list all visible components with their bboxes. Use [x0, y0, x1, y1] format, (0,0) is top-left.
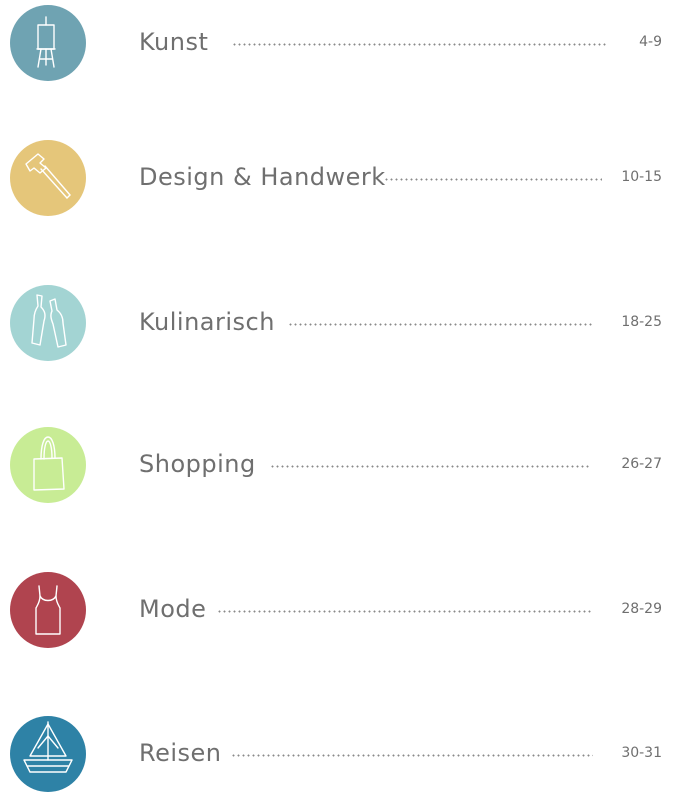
dot-leader	[288, 323, 594, 326]
hammer-icon	[10, 140, 86, 216]
toc-page-range: 4-9	[639, 34, 662, 50]
shopping-bag-icon	[10, 427, 86, 503]
dot-leader	[217, 610, 593, 613]
toc-title: Kulinarisch	[139, 308, 275, 336]
dot-leader	[270, 465, 590, 468]
toc-title: Shopping	[139, 450, 256, 478]
toc-page-range: 28-29	[621, 601, 662, 617]
toc-entry-reisen[interactable]: Reisen 30-31	[0, 714, 676, 794]
toc-title: Mode	[139, 595, 207, 623]
toc-title: Reisen	[139, 739, 222, 767]
dot-leader	[384, 178, 602, 181]
toc-title: Design & Handwerk	[139, 163, 386, 191]
dot-leader	[231, 754, 593, 757]
toc-entry-kunst[interactable]: Kunst 4-9	[0, 3, 676, 83]
toc-entry-shopping[interactable]: Shopping 26-27	[0, 425, 676, 505]
toc-entry-design-handwerk[interactable]: Design & Handwerk 10-15	[0, 138, 676, 218]
sailboat-icon	[10, 716, 86, 792]
dot-leader	[232, 43, 608, 46]
toc-entry-mode[interactable]: Mode 28-29	[0, 570, 676, 650]
toc-title: Kunst	[139, 28, 209, 56]
toc-page-range: 10-15	[621, 169, 662, 185]
toc-entry-kulinarisch[interactable]: Kulinarisch 18-25	[0, 283, 676, 363]
toc-page-range: 26-27	[621, 456, 662, 472]
toc-page-range: 18-25	[621, 314, 662, 330]
tank-top-icon	[10, 572, 86, 648]
bottles-icon	[10, 285, 86, 361]
easel-icon	[10, 5, 86, 81]
toc-page-range: 30-31	[621, 745, 662, 761]
